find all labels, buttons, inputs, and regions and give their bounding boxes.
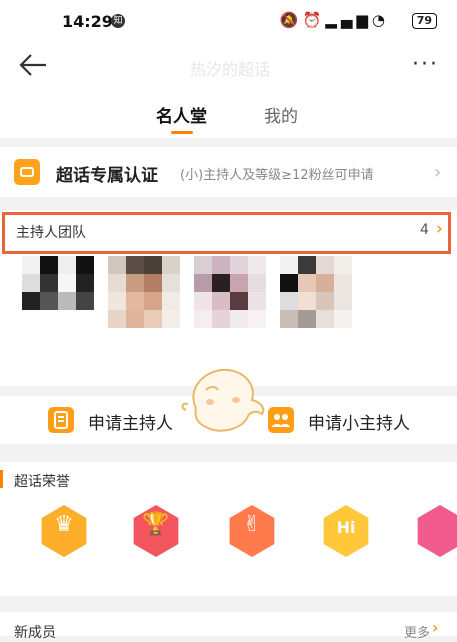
new-members-title: 新成员: [14, 625, 56, 641]
section-accent-bar: [0, 470, 3, 488]
avatar[interactable]: [22, 256, 94, 344]
apply-host-icon: [48, 407, 74, 433]
battery-indicator: 79: [411, 13, 437, 29]
alarm-icon: ⏰: [302, 11, 326, 29]
tab-bar: [0, 92, 457, 138]
more-link[interactable]: 更多: [404, 622, 430, 641]
chevron-right-icon: ›: [436, 219, 443, 239]
tab-mine[interactable]: 我的: [264, 102, 298, 127]
more-options-icon[interactable]: ···: [412, 52, 439, 77]
hand-glyph: ✌: [242, 512, 262, 537]
host-team-count: 4: [420, 222, 429, 238]
certification-title: 超话专属认证: [56, 166, 158, 186]
chevron-right-icon: ›: [432, 618, 439, 637]
certification-icon: [14, 159, 40, 185]
honor-section-title: 超话荣誉: [14, 474, 70, 490]
mute-bell-icon: 🔕: [279, 11, 303, 29]
apply-host-button[interactable]: 申请主持人: [88, 409, 173, 434]
signal-icon: ▂▄▆: [325, 11, 372, 29]
wifi-icon: ◔: [371, 11, 389, 29]
certification-subtitle: (小)主持人及等级≥12粉丝可申请: [180, 168, 374, 183]
back-arrow-icon[interactable]: [18, 52, 48, 83]
trophy-glyph: 🏆: [142, 512, 170, 537]
host-team-title: 主持人团队: [16, 225, 86, 241]
tab-hall-of-fame[interactable]: 名人堂: [156, 102, 207, 127]
notification-badge: 知: [111, 14, 125, 28]
active-tab-indicator: [171, 131, 193, 134]
chevron-right-icon: ›: [434, 162, 442, 183]
avatar[interactable]: [280, 256, 352, 344]
page-title: 热汐的超话: [189, 60, 270, 79]
avatar[interactable]: [108, 256, 180, 344]
new-members-header: [0, 612, 457, 636]
mascot-sticker: [176, 360, 274, 444]
apply-minor-host-button[interactable]: 申请小主持人: [308, 409, 410, 434]
hi-glyph: Hi: [336, 518, 356, 537]
avatar[interactable]: [194, 256, 266, 344]
status-icons: 🔕⏰▂▄▆◔: [280, 11, 389, 29]
status-time: 14:29: [62, 12, 113, 31]
crown-glyph: ♛: [54, 512, 74, 537]
